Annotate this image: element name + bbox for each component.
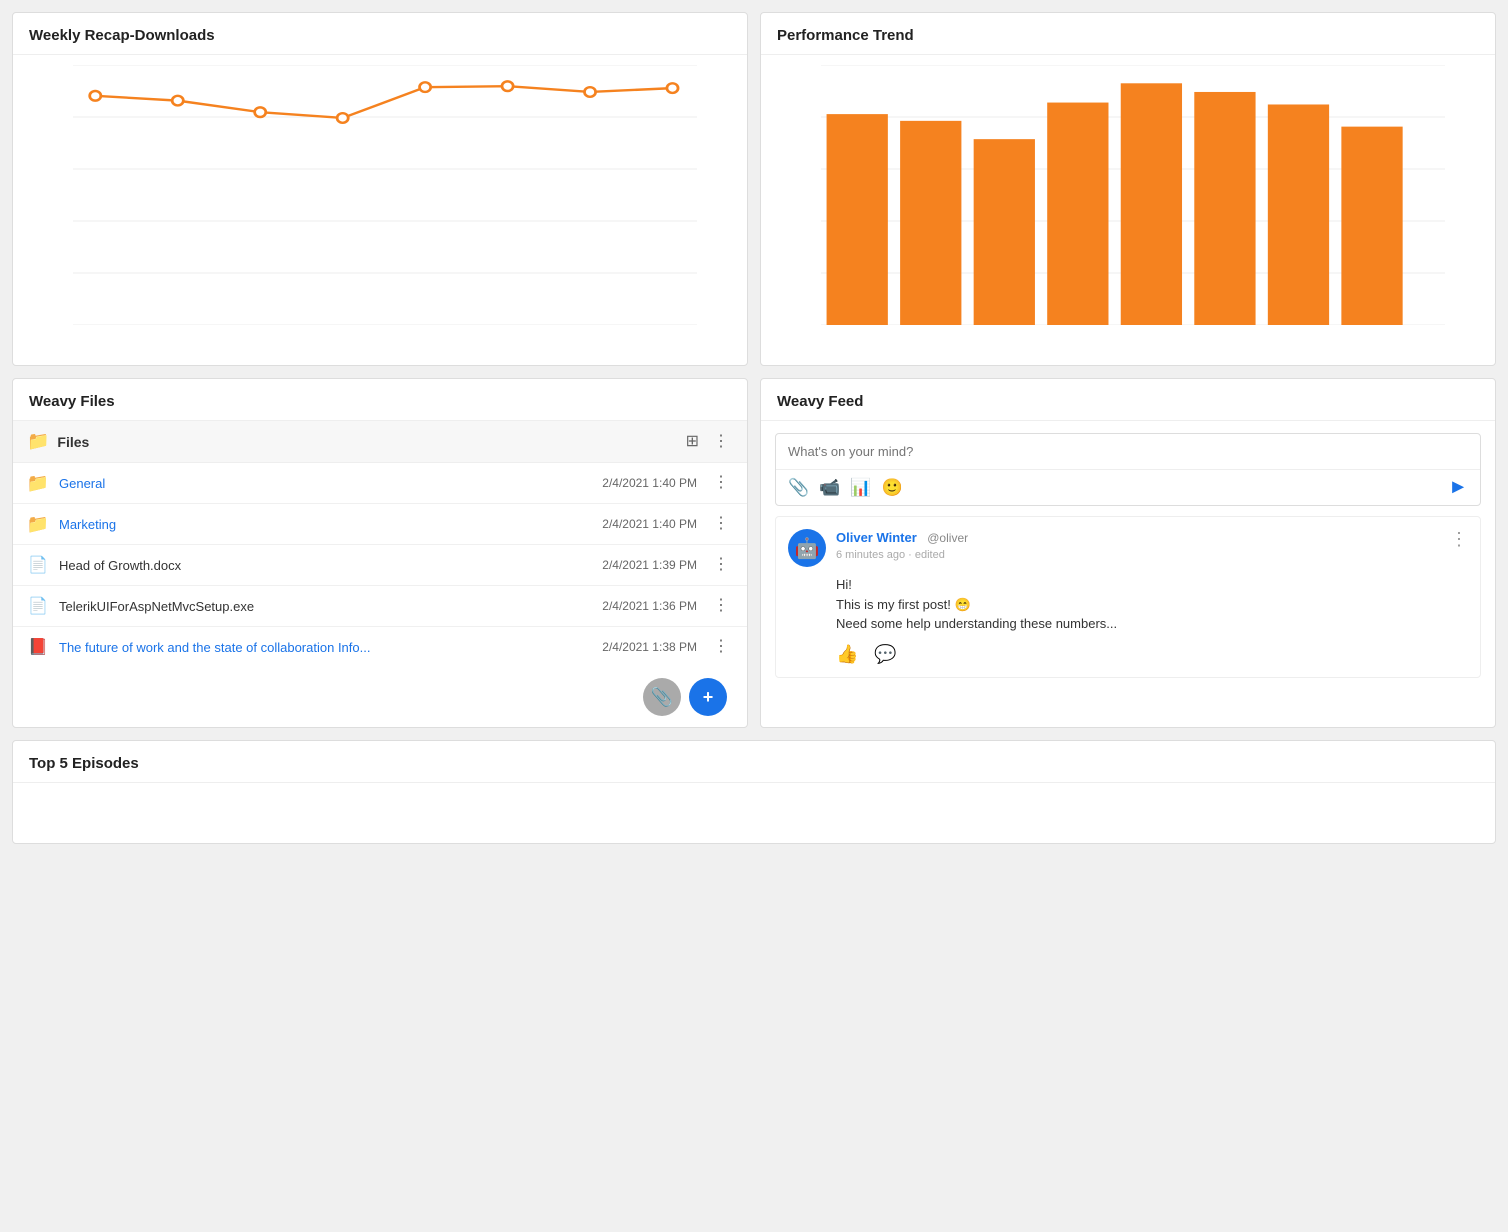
file-icon-docx: 📄 [27, 554, 49, 576]
weekly-recap-chart: 9000 1000 [13, 55, 747, 365]
file-more-general[interactable]: ⋮ [709, 473, 733, 493]
performance-trend-chart: 19000 4000 [761, 55, 1495, 365]
top5-episodes-panel: Top 5 Episodes [12, 740, 1496, 844]
file-name-docx: Head of Growth.docx [59, 558, 602, 573]
weavy-files-title: Weavy Files [13, 379, 747, 421]
dashboard: Weekly Recap-Downloads 9000 1000 [12, 12, 1496, 844]
file-row: 📄 TelerikUIForAspNetMvcSetup.exe 2/4/202… [13, 586, 747, 627]
file-row: 📕 The future of work and the state of co… [13, 627, 747, 667]
feed-user-info: Oliver Winter @oliver 6 minutes ago · ed… [836, 529, 1450, 561]
file-row: 📁 Marketing 2/4/2021 1:40 PM ⋮ [13, 504, 747, 545]
fab-area: 📎 + [13, 667, 747, 727]
feed-post: 🤖 Oliver Winter @oliver 6 minutes ago · … [775, 516, 1481, 678]
feed-input[interactable] [776, 434, 1480, 469]
file-icon-exe: 📄 [27, 595, 49, 617]
folder-icon: 📁 [27, 431, 49, 452]
add-fab[interactable]: + [689, 678, 727, 716]
attach-fab[interactable]: 📎 [643, 678, 681, 716]
files-toolbar-left: 📁 Files [27, 431, 89, 452]
feed-more-button[interactable]: ⋮ [1450, 529, 1468, 550]
feed-actions: 👍 💬 [836, 644, 1468, 665]
feed-post-line2: This is my first post! 😁 [836, 595, 1468, 615]
comment-button[interactable]: 💬 [874, 644, 896, 665]
weekly-recap-panel: Weekly Recap-Downloads 9000 1000 [12, 12, 748, 366]
feed-user-line: Oliver Winter @oliver [836, 529, 1450, 547]
video-icon: 📹 [819, 478, 840, 498]
feed-username: Oliver Winter [836, 530, 917, 545]
feed-meta: 6 minutes ago · edited [836, 549, 1450, 561]
chart-icon: 📊 [850, 478, 871, 498]
weavy-feed-panel: Weavy Feed 📎 📹 📊 🙂 ► 🤖 Oliver Winter [760, 378, 1496, 728]
performance-trend-svg: 19000 4000 [821, 65, 1445, 325]
file-more-marketing[interactable]: ⋮ [709, 514, 733, 534]
like-button[interactable]: 👍 [836, 644, 858, 665]
file-date-marketing: 2/4/2021 1:40 PM [602, 517, 697, 531]
performance-trend-title: Performance Trend [761, 13, 1495, 55]
weekly-recap-svg: 9000 1000 [73, 65, 697, 325]
file-more-exe[interactable]: ⋮ [709, 596, 733, 616]
feed-post-line1: Hi! [836, 575, 1468, 595]
feed-post-body: Hi! This is my first post! 😁 Need some h… [836, 575, 1468, 634]
avatar: 🤖 [788, 529, 826, 567]
file-name-pdf[interactable]: The future of work and the state of coll… [59, 640, 602, 655]
file-icon-pdf: 📕 [27, 636, 49, 658]
file-date-exe: 2/4/2021 1:36 PM [602, 599, 697, 613]
files-toolbar: 📁 Files ⊞ ⋮ [13, 421, 747, 463]
top5-title: Top 5 Episodes [13, 741, 1495, 783]
file-more-pdf[interactable]: ⋮ [709, 637, 733, 657]
file-row: 📄 Head of Growth.docx 2/4/2021 1:39 PM ⋮ [13, 545, 747, 586]
file-row: 📁 General 2/4/2021 1:40 PM ⋮ [13, 463, 747, 504]
file-name-general[interactable]: General [59, 476, 602, 491]
file-name-exe: TelerikUIForAspNetMvcSetup.exe [59, 599, 602, 614]
files-toolbar-icons: ⊞ ⋮ [682, 432, 733, 452]
files-root-label: Files [57, 434, 89, 450]
feed-handle: @oliver [927, 531, 968, 545]
emoji-icon: 🙂 [882, 478, 903, 498]
feed-post-line3: Need some help understanding these numbe… [836, 614, 1468, 634]
attach-icon: 📎 [788, 478, 809, 498]
file-date-docx: 2/4/2021 1:39 PM [602, 558, 697, 572]
file-date-pdf: 2/4/2021 1:38 PM [602, 640, 697, 654]
feed-input-area: 📎 📹 📊 🙂 ► [775, 433, 1481, 506]
file-icon-marketing: 📁 [27, 513, 49, 535]
feed-input-toolbar: 📎 📹 📊 🙂 ► [776, 469, 1480, 505]
top5-body [13, 783, 1495, 843]
file-more-docx[interactable]: ⋮ [709, 555, 733, 575]
file-date-general: 2/4/2021 1:40 PM [602, 476, 697, 490]
files-more-btn[interactable]: ⋮ [709, 432, 733, 452]
feed-post-header: 🤖 Oliver Winter @oliver 6 minutes ago · … [788, 529, 1468, 567]
file-name-marketing[interactable]: Marketing [59, 517, 602, 532]
feed-input-icons: 📎 📹 📊 🙂 [788, 478, 903, 498]
files-list: 📁 General 2/4/2021 1:40 PM ⋮ 📁 Marketing… [13, 463, 747, 667]
feed-send-button[interactable]: ► [1448, 476, 1468, 499]
weavy-files-panel: Weavy Files 📁 Files ⊞ ⋮ 📁 General 2/4/20… [12, 378, 748, 728]
weekly-recap-title: Weekly Recap-Downloads [13, 13, 747, 55]
performance-trend-panel: Performance Trend 19000 4000 [760, 12, 1496, 366]
file-icon-general: 📁 [27, 472, 49, 494]
files-grid-btn[interactable]: ⊞ [682, 432, 703, 452]
weavy-feed-title: Weavy Feed [761, 379, 1495, 421]
